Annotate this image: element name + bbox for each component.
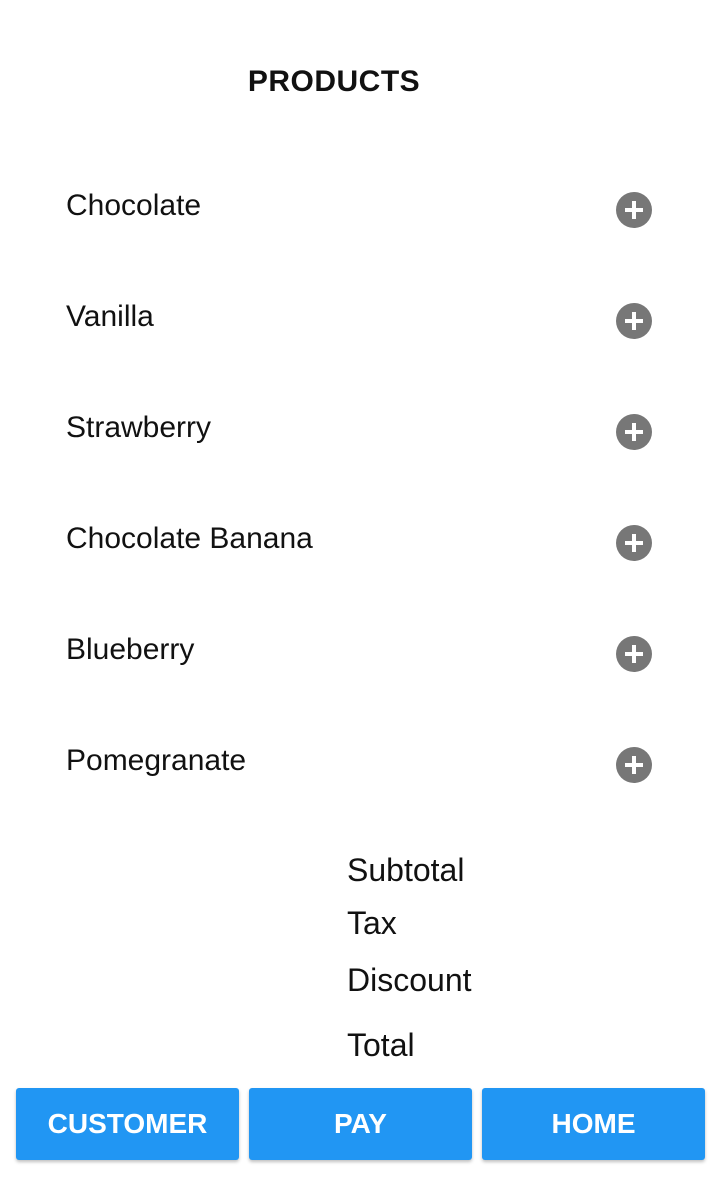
product-row-vanilla: Vanilla [0,263,720,374]
product-row-chocolate-banana: Chocolate Banana [0,485,720,596]
page-title: PRODUCTS [247,65,421,98]
add-circle-icon [625,534,643,552]
add-circle-icon [625,423,643,441]
add-circle-icon [625,645,643,663]
add-circle-icon [625,201,643,219]
tax-label: Tax [347,905,397,941]
product-name: Chocolate Banana [66,522,313,555]
product-row-pomegranate: Pomegranate [0,707,720,818]
product-row-chocolate: Chocolate [0,152,720,263]
bottom-action-bar: CUSTOMER PAY HOME [16,1088,706,1160]
add-product-button[interactable] [616,303,652,339]
add-product-button[interactable] [616,525,652,561]
product-name: Pomegranate [66,744,247,777]
add-product-button[interactable] [616,747,652,783]
add-product-button[interactable] [616,414,652,450]
home-button[interactable]: HOME [482,1088,705,1160]
product-row-blueberry: Blueberry [0,596,720,707]
product-name: Chocolate [66,189,202,222]
products-screen: PRODUCTS Chocolate Vanilla Strawberry Ch… [0,0,720,1184]
customer-button[interactable]: CUSTOMER [16,1088,239,1160]
product-name: Strawberry [66,411,212,444]
product-name: Blueberry [66,633,195,666]
add-circle-icon [625,312,643,330]
product-name: Vanilla [66,300,154,333]
add-circle-icon [625,756,643,774]
add-product-button[interactable] [616,192,652,228]
product-list: Chocolate Vanilla Strawberry Chocolate B… [0,152,720,818]
pay-button[interactable]: PAY [249,1088,472,1160]
discount-label: Discount [347,962,472,998]
total-label: Total [347,1027,415,1063]
add-product-button[interactable] [616,636,652,672]
product-row-strawberry: Strawberry [0,374,720,485]
subtotal-label: Subtotal [347,852,465,888]
